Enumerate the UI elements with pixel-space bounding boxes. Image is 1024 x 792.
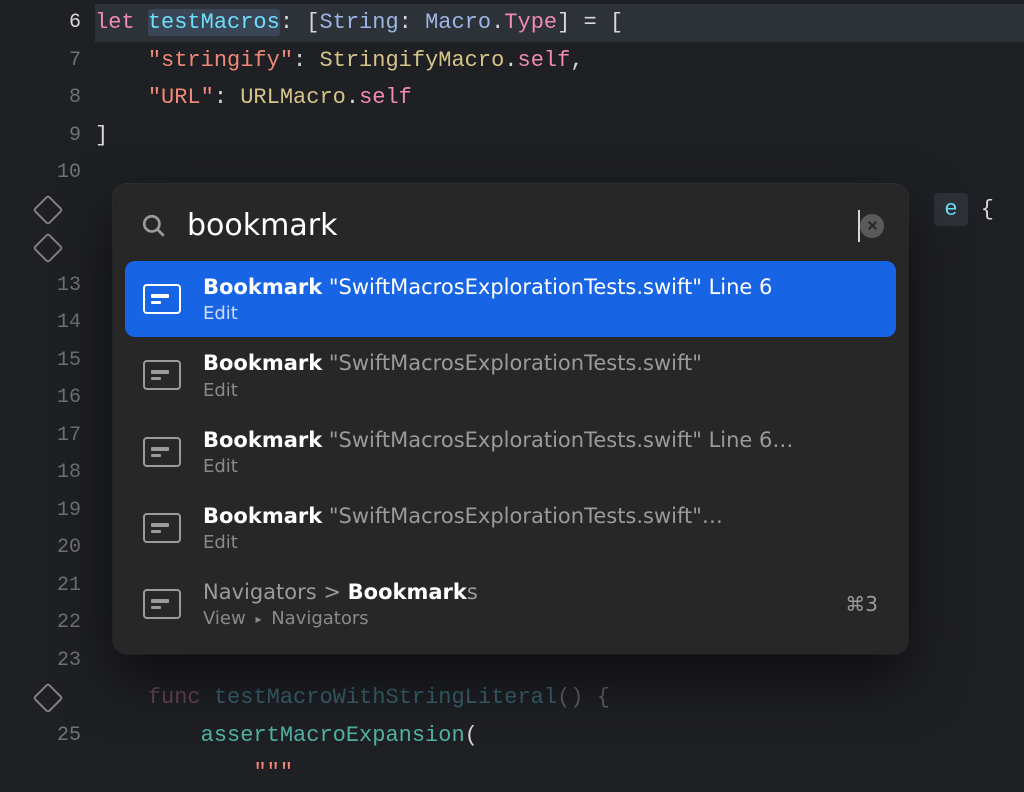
result-text: Bookmark "SwiftMacrosExplorationTests.sw…	[203, 350, 878, 400]
line-number[interactable]: 18	[0, 454, 95, 492]
line-number[interactable]: 17	[0, 417, 95, 455]
search-input[interactable]	[187, 208, 857, 243]
result-text: Navigators > BookmarksView ▸ Navigators	[203, 579, 833, 629]
line-number[interactable]: 9	[0, 117, 95, 155]
result-subtitle: Edit	[203, 532, 878, 553]
code-line-6[interactable]: let testMacros: [String: Macro.Type] = [	[95, 4, 1024, 42]
result-item-2[interactable]: Bookmark "SwiftMacrosExplorationTests.sw…	[125, 414, 896, 490]
code-line-7[interactable]: "stringify": StringifyMacro.self,	[95, 42, 1024, 80]
line-number[interactable]: 14	[0, 304, 95, 342]
line-number[interactable]: 6	[0, 4, 95, 42]
keyword: let	[95, 10, 135, 35]
line-number[interactable]: 22	[0, 604, 95, 642]
line-number[interactable]: 13	[0, 267, 95, 305]
line-number[interactable]: 20	[0, 529, 95, 567]
result-title: Bookmark "SwiftMacrosExplorationTests.sw…	[203, 350, 878, 377]
diamond-icon	[32, 682, 63, 713]
result-subtitle: View ▸ Navigators	[203, 608, 833, 629]
result-text: Bookmark "SwiftMacrosExplorationTests.sw…	[203, 274, 878, 324]
code-line-26[interactable]: """	[95, 754, 1024, 792]
result-text: Bookmark "SwiftMacrosExplorationTests.sw…	[203, 427, 878, 477]
result-subtitle: Edit	[203, 456, 878, 477]
command-palette[interactable]: Bookmark "SwiftMacrosExplorationTests.sw…	[113, 184, 908, 654]
result-title: Bookmark "SwiftMacrosExplorationTests.sw…	[203, 503, 878, 530]
diamond-icon	[32, 232, 63, 263]
code-line-24[interactable]: func testMacroWithStringLiteral() {	[95, 679, 1024, 717]
keyboard-shortcut: ⌘3	[845, 592, 878, 616]
line-number[interactable]: 15	[0, 342, 95, 380]
result-title: Bookmark "SwiftMacrosExplorationTests.sw…	[203, 427, 878, 454]
partial-code-behind: e {	[934, 197, 994, 222]
line-number[interactable]: 21	[0, 567, 95, 605]
line-number[interactable]: 16	[0, 379, 95, 417]
result-item-4[interactable]: Navigators > BookmarksView ▸ Navigators ⌘…	[125, 566, 896, 642]
diamond-icon	[32, 195, 63, 226]
bookmark-icon	[143, 284, 181, 314]
code-line-8[interactable]: "URL": URLMacro.self	[95, 79, 1024, 117]
search-row	[113, 200, 908, 261]
result-text: Bookmark "SwiftMacrosExplorationTests.sw…	[203, 503, 878, 553]
breakpoint-marker[interactable]	[0, 679, 95, 717]
line-number[interactable]: 23	[0, 642, 95, 680]
breakpoint-marker[interactable]	[0, 229, 95, 267]
result-title: Bookmark "SwiftMacrosExplorationTests.sw…	[203, 274, 878, 301]
result-item-3[interactable]: Bookmark "SwiftMacrosExplorationTests.sw…	[125, 490, 896, 566]
search-icon	[141, 213, 167, 239]
bookmark-icon	[143, 360, 181, 390]
code-line-25[interactable]: assertMacroExpansion(	[95, 717, 1024, 755]
bookmark-icon	[143, 513, 181, 543]
line-number[interactable]: 25	[0, 717, 95, 755]
identifier: testMacros	[148, 10, 280, 35]
clear-button[interactable]	[860, 214, 884, 238]
code-line-9[interactable]: ]	[95, 117, 1024, 155]
result-item-0[interactable]: Bookmark "SwiftMacrosExplorationTests.sw…	[125, 261, 896, 337]
line-number[interactable]: 7	[0, 42, 95, 80]
result-item-1[interactable]: Bookmark "SwiftMacrosExplorationTests.sw…	[125, 337, 896, 413]
results-list: Bookmark "SwiftMacrosExplorationTests.sw…	[125, 261, 896, 642]
bookmark-icon	[143, 437, 181, 467]
line-number[interactable]: 8	[0, 79, 95, 117]
result-subtitle: Edit	[203, 303, 878, 324]
result-subtitle: Edit	[203, 380, 878, 401]
line-number[interactable]: 19	[0, 492, 95, 530]
line-gutter: 678910 1314151617181920212223 25	[0, 0, 95, 761]
breakpoint-marker[interactable]	[0, 192, 95, 230]
result-title: Navigators > Bookmarks	[203, 579, 833, 606]
bookmark-icon	[143, 589, 181, 619]
line-number[interactable]: 10	[0, 154, 95, 192]
